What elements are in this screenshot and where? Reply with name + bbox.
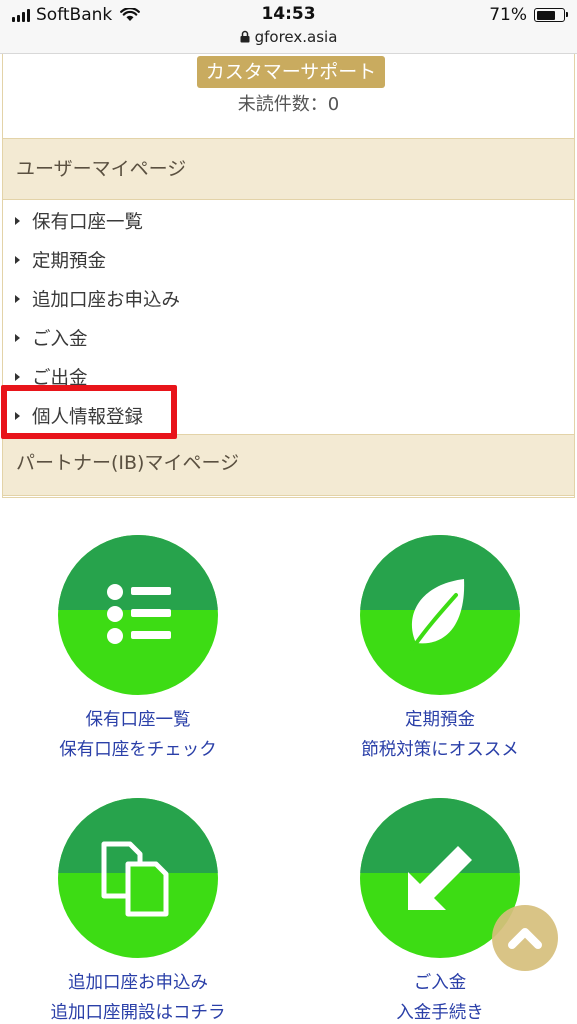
menu-item-label: 追加口座お申込み: [32, 289, 181, 311]
menu-item-time-deposit[interactable]: 定期預金: [3, 240, 574, 279]
battery-icon: [534, 8, 568, 22]
menu-item-accounts[interactable]: 保有口座一覧: [3, 201, 574, 240]
user-mypage-header[interactable]: ユーザーマイページ: [3, 138, 574, 200]
address-bar[interactable]: gforex.asia: [0, 28, 577, 46]
chevron-up-icon: [508, 928, 542, 949]
tile-title[interactable]: 追加口座お申込み: [18, 968, 258, 998]
leaf-icon[interactable]: [360, 535, 520, 695]
status-right: 71%: [489, 5, 568, 25]
menu-item-label: 保有口座一覧: [32, 211, 144, 233]
tile-subtitle[interactable]: 保有口座をチェック: [18, 735, 258, 765]
unread-count: 未読件数：0: [237, 94, 340, 115]
partner-mypage-header[interactable]: パートナー(IB)マイページ: [3, 434, 574, 496]
tile-time-deposit[interactable]: 定期預金 節税対策にオススメ: [320, 535, 560, 765]
tile-subtitle[interactable]: 節税対策にオススメ: [320, 735, 560, 765]
tile-subtitle[interactable]: 追加口座開設はコチラ: [18, 998, 258, 1024]
tile-additional-account[interactable]: 追加口座お申込み 追加口座開設はコチラ: [18, 798, 258, 1024]
lock-icon: [240, 30, 250, 43]
triangle-icon: [15, 294, 20, 303]
url-text: gforex.asia: [254, 28, 338, 46]
menu-item-deposit[interactable]: ご入金: [3, 318, 574, 357]
tile-title[interactable]: 保有口座一覧: [18, 705, 258, 735]
triangle-icon: [15, 333, 20, 342]
battery-percent: 71%: [489, 5, 527, 25]
menu-item-additional-account[interactable]: 追加口座お申込み: [3, 279, 574, 318]
menu-item-label: 定期預金: [32, 250, 107, 272]
triangle-icon: [15, 255, 20, 264]
battery-fill: [536, 10, 555, 20]
triangle-icon: [15, 216, 20, 225]
status-bar: SoftBank 14:53 gforex.asia 71%: [0, 0, 577, 54]
scroll-to-top-button[interactable]: [492, 905, 558, 971]
tile-accounts[interactable]: 保有口座一覧 保有口座をチェック: [18, 535, 258, 765]
highlight-box: [1, 385, 177, 439]
tile-subtitle[interactable]: 入金手続き: [320, 998, 560, 1024]
tile-title[interactable]: 定期預金: [320, 705, 560, 735]
tile-title[interactable]: ご入金: [320, 968, 560, 998]
menu-item-label: ご入金: [32, 328, 88, 350]
list-icon[interactable]: [58, 535, 218, 695]
documents-icon[interactable]: [58, 798, 218, 958]
customer-support-button[interactable]: カスタマーサポート: [197, 56, 385, 88]
triangle-icon: [15, 372, 20, 381]
